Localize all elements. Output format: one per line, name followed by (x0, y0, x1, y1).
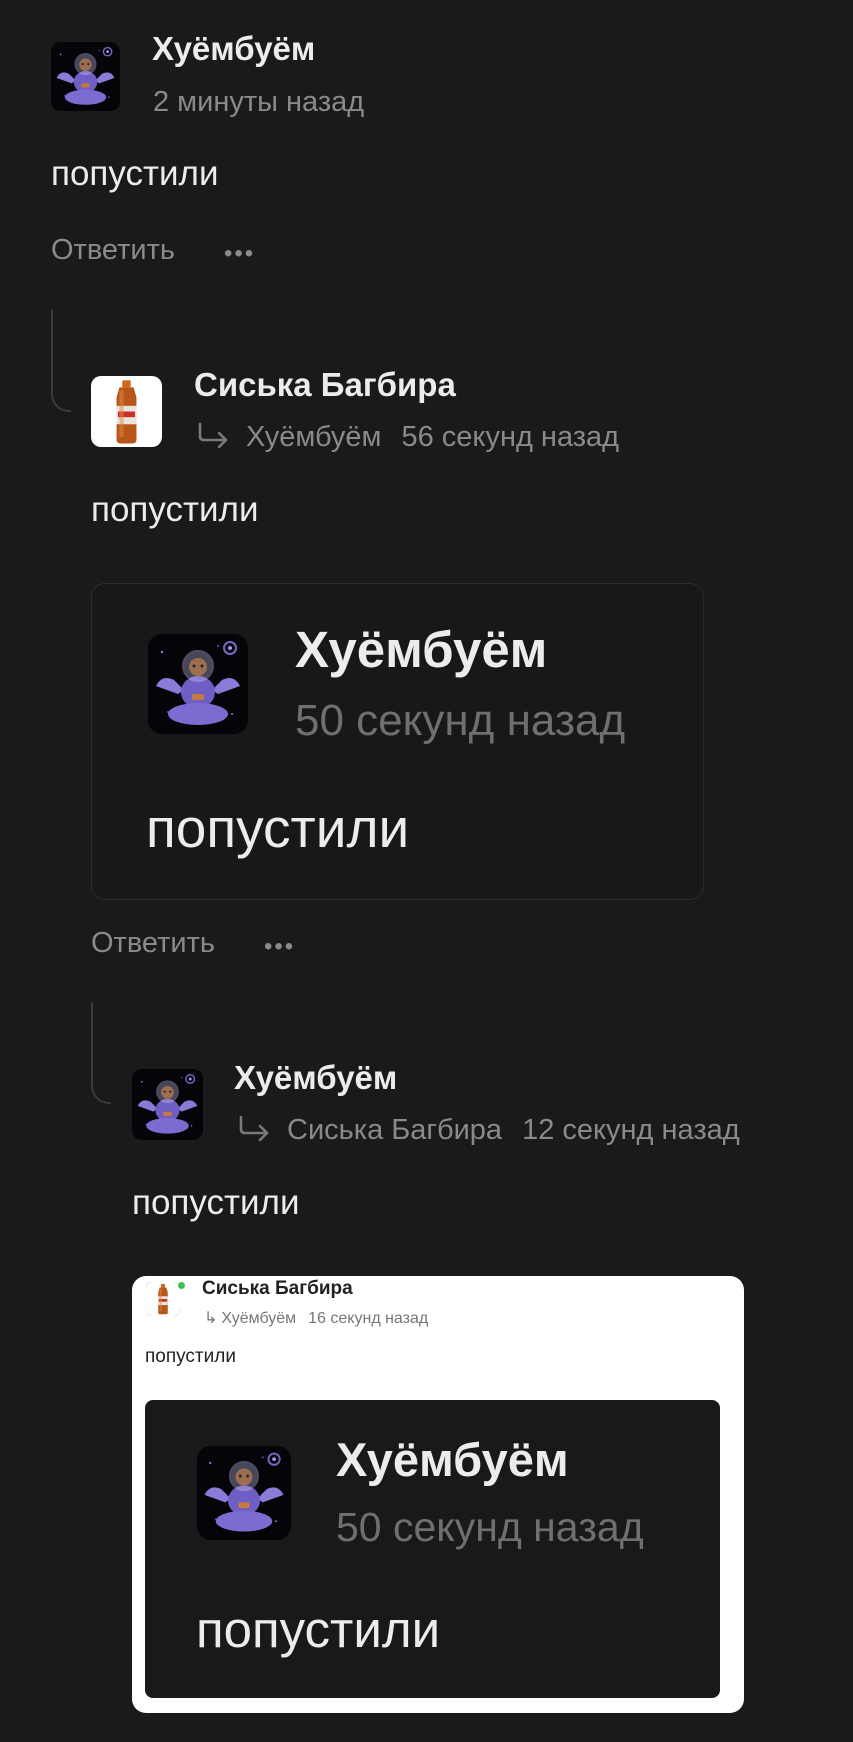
astronaut-monkey-avatar-icon (51, 42, 120, 111)
attached-screenshot[interactable]: Сиська Багбира ↳ Хуёмбуём 16 секунд назад … (132, 1276, 744, 1713)
comment3-meta: Сиська Багбира 12 секунд назад (237, 1114, 740, 1147)
comment3-author[interactable]: Хуёмбуём (234, 1059, 397, 1097)
online-dot-icon (178, 1282, 185, 1289)
comment2-text: попустили (91, 490, 259, 529)
comment1-author[interactable]: Хуёмбуём (152, 30, 315, 68)
comment3-text: попустили (132, 1183, 300, 1222)
reply-arrow-icon (196, 422, 232, 450)
quoted-comment-card: Хуёмбуём 50 секунд назад попустили (91, 583, 704, 900)
comment2-time: 56 секунд назад (401, 421, 620, 453)
comment1-time: 2 минуты назад (153, 86, 365, 118)
thread-line-1 (51, 310, 71, 412)
shot-reply-to: Хуёмбуём (221, 1310, 297, 1327)
shot-quote-avatar (197, 1446, 291, 1540)
beer-bottle-avatar-icon (146, 1282, 180, 1316)
comment1-avatar[interactable] (51, 42, 120, 111)
reply-arrow-icon: ↳ (204, 1310, 218, 1327)
comment1-reply-button[interactable]: Ответить (51, 234, 175, 267)
thread-line-2 (91, 1002, 111, 1104)
comment1-text: попустили (51, 154, 219, 193)
shot-quote-time: 50 секунд назад (336, 1504, 644, 1550)
comment2-author[interactable]: Сиська Багбира (194, 366, 456, 404)
comment3-time: 12 секунд назад (522, 1114, 740, 1146)
quote-text: попустили (146, 797, 410, 859)
shot-quote-author: Хуёмбуём (336, 1433, 569, 1486)
quote-author: Хуёмбуём (295, 621, 548, 678)
comment2-reply-to[interactable]: Хуёмбуём (246, 421, 381, 453)
beer-bottle-avatar-icon (91, 376, 162, 447)
comment3-reply-to[interactable]: Сиська Багбира (287, 1114, 502, 1146)
astronaut-monkey-avatar-icon (148, 634, 248, 734)
quote-time: 50 секунд назад (295, 696, 626, 745)
comment3-avatar[interactable] (132, 1069, 203, 1140)
shot-avatar (146, 1282, 180, 1316)
astronaut-monkey-avatar-icon (197, 1446, 291, 1540)
reply-arrow-icon (237, 1115, 273, 1143)
shot-text: попустили (145, 1346, 236, 1367)
quote-avatar (148, 634, 248, 734)
shot-meta: ↳ Хуёмбуём 16 секунд назад (204, 1308, 428, 1328)
comment2-more-icon[interactable]: ••• (264, 933, 295, 961)
comment2-reply-button[interactable]: Ответить (91, 927, 215, 960)
comment2-avatar[interactable] (91, 376, 162, 447)
astronaut-monkey-avatar-icon (132, 1069, 203, 1140)
shot-author: Сиська Багбира (202, 1278, 353, 1299)
shot-time: 16 секунд назад (308, 1310, 429, 1327)
comment2-meta: Хуёмбуём 56 секунд назад (196, 421, 619, 454)
comment1-more-icon[interactable]: ••• (224, 240, 255, 268)
shot-quote-text: попустили (196, 1601, 441, 1658)
shot-quote-card: Хуёмбуём 50 секунд назад попустили (145, 1400, 720, 1698)
